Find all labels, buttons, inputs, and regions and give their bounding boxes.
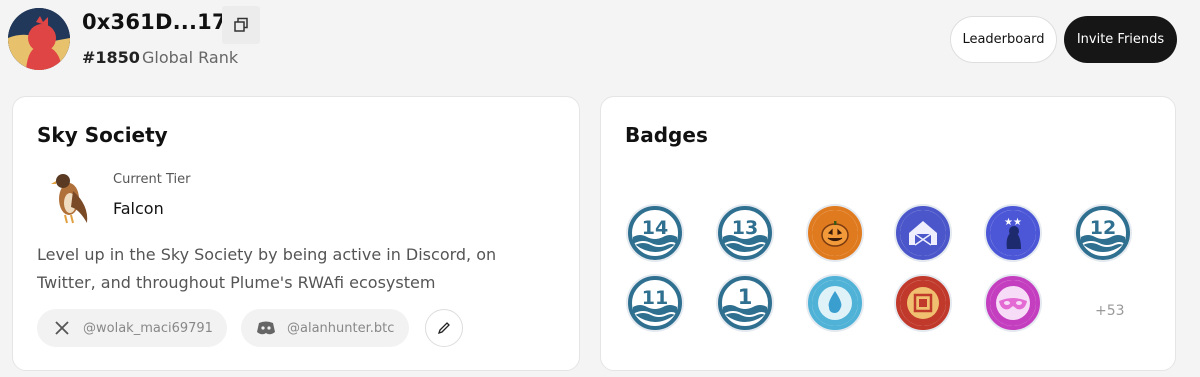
badge-square-seal[interactable] xyxy=(893,273,953,333)
pencil-icon xyxy=(437,322,450,335)
copy-icon xyxy=(234,17,248,32)
badge-number: 12 xyxy=(1090,217,1116,239)
current-tier-label: Current Tier xyxy=(113,172,191,187)
avatar[interactable] xyxy=(8,8,70,70)
badge-drop[interactable] xyxy=(805,273,865,333)
badge-barn[interactable] xyxy=(893,203,953,263)
discord-icon xyxy=(255,317,277,339)
global-rank-label: Global Rank xyxy=(142,48,239,67)
leaderboard-button[interactable]: Leaderboard xyxy=(950,16,1057,63)
twitter-handle: @wolak_maci69791 xyxy=(83,320,213,336)
badge-12[interactable]: 12 xyxy=(1073,203,1133,263)
copy-address-button[interactable] xyxy=(222,6,260,44)
badges-title: Badges xyxy=(625,123,708,147)
badge-mask[interactable] xyxy=(983,273,1043,333)
sky-society-title: Sky Society xyxy=(37,123,168,147)
falcon-icon xyxy=(43,169,95,225)
sky-society-card: Sky Society Current Tier Falcon Level up… xyxy=(12,96,580,371)
badge-1[interactable]: 1 xyxy=(715,273,775,333)
discord-handle-chip[interactable]: @alanhunter.btc xyxy=(241,309,409,347)
badge-14[interactable]: 14 xyxy=(625,203,685,263)
global-rank-number: #1850 xyxy=(82,48,140,67)
discord-handle: @alanhunter.btc xyxy=(287,320,395,336)
badge-stars-figure[interactable]: ★★ xyxy=(983,203,1043,263)
twitter-handle-chip[interactable]: @wolak_maci69791 xyxy=(37,309,227,347)
badge-number: 1 xyxy=(738,285,753,309)
badge-number: 14 xyxy=(642,217,668,239)
profile-header: 0x361D...17E1 #1850 Global Rank Leaderbo… xyxy=(0,0,1200,88)
badge-number: 11 xyxy=(642,287,668,309)
sky-society-description: Level up in the Sky Society by being act… xyxy=(37,245,497,292)
current-tier-name: Falcon xyxy=(113,199,164,218)
x-icon xyxy=(51,317,73,339)
badge-11[interactable]: 11 xyxy=(625,273,685,333)
edit-socials-button[interactable] xyxy=(425,309,463,347)
badge-13[interactable]: 13 xyxy=(715,203,775,263)
invite-friends-button[interactable]: Invite Friends xyxy=(1064,16,1177,63)
badge-pumpkin[interactable] xyxy=(805,203,865,263)
more-badges-count[interactable]: +53 xyxy=(1095,303,1125,319)
badges-card: Badges 14 13 ★★ 12 11 1 +53 xyxy=(600,96,1176,371)
badge-number: 13 xyxy=(732,217,758,239)
